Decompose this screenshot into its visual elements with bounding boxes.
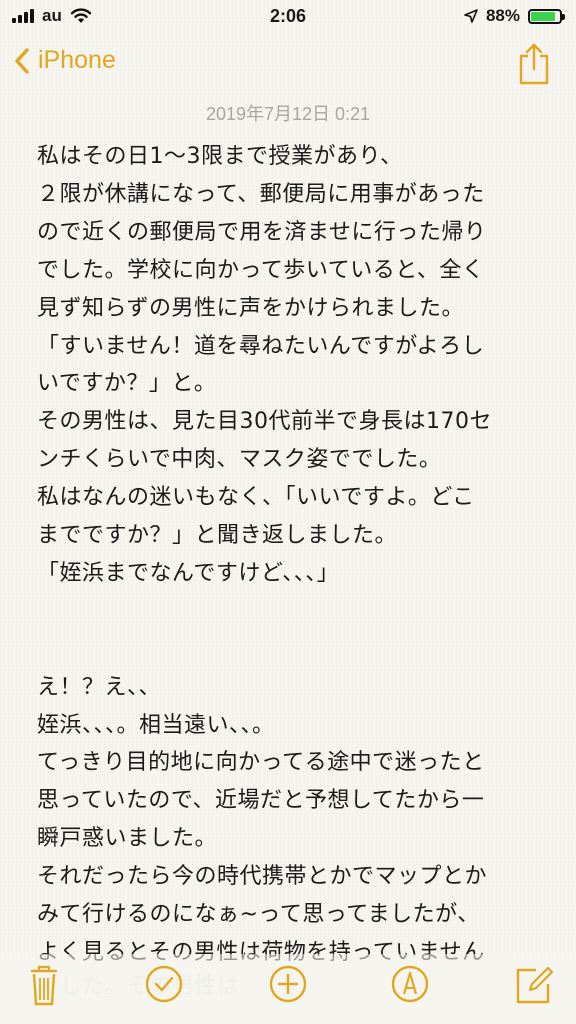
note-line: 「姪浜までなんですけど、、、」 [37, 560, 340, 586]
note-line: その男性は、見た目30代前半で身長は170セ [37, 409, 492, 435]
share-icon[interactable] [516, 42, 552, 86]
compose-icon[interactable] [510, 962, 558, 1006]
navigation-bar: iPhone [0, 34, 576, 98]
note-line: 瞬戸惑いました。 [37, 826, 218, 852]
note-line: え！？え、、 [37, 674, 162, 700]
note-blank-line [37, 593, 549, 631]
location-arrow-icon [464, 9, 478, 23]
note-line: ２限が休講になって、郵便局に用事があった [37, 181, 485, 207]
trash-icon[interactable] [20, 962, 68, 1006]
note-date: 2019年7月12日 0:21 [205, 104, 371, 124]
note-line: 思っていたので、近場だと予想してたから一 [37, 788, 485, 814]
note-line: 「すいません！道を尋ねたいんですがよろし [37, 333, 485, 359]
note-line: 私はその日1〜3限まで授業があり、 [37, 144, 403, 169]
status-right: 88% [464, 6, 565, 26]
note-line: 見ず知らずの男性に声をかけられました。 [37, 295, 465, 321]
note-line: までですか？」と聞き返しました。 [37, 523, 398, 549]
note-line: 姪浜、、、。相当遠い、、。 [37, 712, 275, 738]
note-line: みて行けるのになぁ~って思ってましたが、 [37, 902, 480, 928]
note-line: 私はなんの迷いもなく、「いいですよ。どこ [37, 485, 475, 511]
back-button[interactable]: iPhone [14, 46, 116, 75]
note-line: それだったら今の時代携帯とかでマップとか [37, 864, 488, 890]
note-body[interactable]: 私はその日1〜3限まで授業があり、 ２限が休講になって、郵便局に用事があった ので近… [37, 138, 549, 972]
note-line: いですか？」と。 [37, 371, 217, 397]
markup-pen-icon[interactable] [386, 962, 434, 1006]
note-blank-line [37, 631, 549, 669]
status-bar: au 2:06 88% [0, 0, 576, 34]
note-line: ンチくらいで中肉、マスク姿ででした。 [37, 447, 442, 473]
note-line: てっきり目的地に向かってる途中で迷ったと [37, 750, 485, 776]
battery-level [531, 11, 556, 21]
bottom-toolbar [0, 954, 576, 1024]
chevron-left-icon [15, 47, 29, 74]
note-line: でした。学校に向かって歩いていると、全く [37, 257, 485, 283]
back-label: iPhone [38, 46, 116, 74]
note-line: ので近くの郵便局で用を済ませに行った帰り [37, 219, 487, 245]
battery-icon [528, 8, 565, 24]
checklist-icon[interactable] [140, 962, 188, 1006]
battery-percent: 88% [485, 6, 520, 25]
add-icon[interactable] [264, 962, 312, 1006]
